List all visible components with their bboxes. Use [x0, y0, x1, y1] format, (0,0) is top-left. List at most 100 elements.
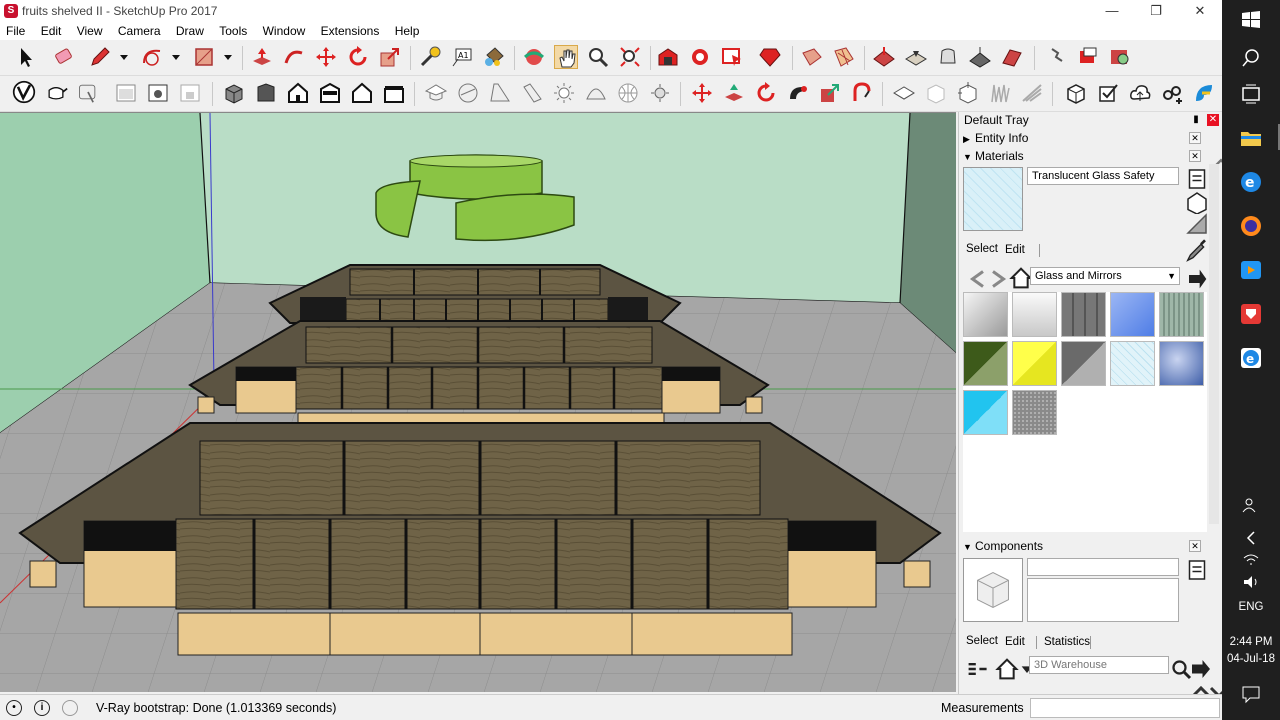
check-box-icon[interactable] [1096, 81, 1120, 105]
material-swatch[interactable] [1012, 390, 1057, 435]
vray-teapot-icon[interactable] [44, 80, 72, 108]
magnet-icon[interactable] [850, 81, 874, 105]
pin-icon[interactable]: ▮ [1190, 114, 1202, 126]
menu-draw[interactable]: Draw [170, 22, 210, 38]
panel-close-icon[interactable]: ✕ [1189, 540, 1201, 552]
front-view-icon[interactable] [286, 81, 310, 105]
firefox-icon[interactable] [1239, 214, 1263, 238]
component-details-icon[interactable] [1185, 558, 1206, 580]
paint-bucket-icon[interactable] [482, 45, 506, 69]
sphere-icon[interactable] [456, 81, 480, 105]
material-swatch[interactable] [1159, 292, 1204, 337]
panel-close-icon[interactable]: ✕ [1189, 132, 1201, 144]
move-axes-icon[interactable] [690, 81, 714, 105]
entity-info-panel-header[interactable]: ▶ Entity Info ✕ [959, 130, 1207, 147]
material-swatch[interactable] [1159, 341, 1204, 386]
box-icon[interactable] [1064, 81, 1088, 105]
move-icon[interactable] [314, 45, 338, 69]
material-swatch[interactable] [1061, 292, 1106, 337]
grass-icon[interactable] [988, 81, 1012, 105]
rotate-icon[interactable] [346, 45, 370, 69]
geo-location-icon[interactable]: • [6, 700, 22, 716]
scale-icon[interactable] [378, 45, 402, 69]
extension-warehouse-icon[interactable] [688, 45, 712, 69]
push-icon[interactable] [722, 81, 746, 105]
component-name-field[interactable] [1027, 558, 1179, 576]
flip-icon[interactable] [1000, 45, 1024, 69]
windows-start-icon[interactable] [1239, 8, 1263, 32]
restore-button[interactable]: ❐ [1134, 0, 1178, 22]
media-player-icon[interactable] [1239, 258, 1263, 282]
grid-sphere-icon[interactable] [616, 81, 640, 105]
arc-dropdown-icon[interactable] [164, 45, 180, 69]
cone-light-icon[interactable] [488, 81, 512, 105]
spot-light-icon[interactable] [520, 81, 544, 105]
components-tab-select[interactable]: Select [966, 635, 998, 647]
cube-gizmo-icon[interactable] [956, 81, 980, 105]
eraser-icon[interactable] [52, 45, 76, 69]
model-viewport[interactable] [0, 112, 956, 692]
clock-time[interactable]: 2:44 PM [1222, 636, 1280, 648]
warehouse-icon[interactable] [656, 45, 680, 69]
components-tab-edit[interactable]: Edit [1005, 636, 1025, 648]
search-icon[interactable] [1169, 657, 1192, 680]
link-icon[interactable] [1160, 81, 1184, 105]
menu-view[interactable]: View [71, 22, 109, 38]
zoom-icon[interactable] [586, 45, 610, 69]
scroll-down-icon[interactable] [1207, 680, 1229, 699]
sun-light-icon[interactable] [552, 81, 576, 105]
chevron-down-icon[interactable] [1015, 657, 1033, 675]
materials-panel-header[interactable]: ▼ Materials ✕ [959, 148, 1207, 165]
file-explorer-icon[interactable] [1239, 126, 1263, 150]
warehouse-search-input[interactable]: 3D Warehouse [1029, 656, 1169, 674]
credits-icon[interactable]: i [34, 700, 50, 716]
section-icon[interactable] [832, 45, 856, 69]
materials-tab-select[interactable]: Select [966, 243, 998, 255]
cube-outline-icon[interactable] [924, 81, 948, 105]
pan-icon[interactable] [554, 45, 578, 69]
fur-icon[interactable] [1020, 81, 1044, 105]
user-icon[interactable] [62, 700, 78, 716]
sample-paint-icon[interactable] [1185, 212, 1207, 234]
components-details-arrow-icon[interactable] [1189, 657, 1210, 678]
solid-tools-icon[interactable] [1044, 45, 1068, 69]
details-arrow-icon[interactable] [1185, 267, 1207, 289]
material-swatch[interactable] [1012, 341, 1057, 386]
current-material-swatch[interactable] [963, 167, 1023, 231]
menu-help[interactable]: Help [389, 22, 426, 38]
materials-tab-edit[interactable]: Edit [1005, 244, 1025, 256]
layout-icon[interactable] [720, 45, 744, 69]
right-view-icon[interactable] [318, 81, 342, 105]
top-view-icon[interactable] [254, 81, 278, 105]
wifi-icon[interactable] [1241, 550, 1261, 570]
material-swatch[interactable] [963, 292, 1008, 337]
components-home-icon[interactable] [995, 657, 1019, 680]
add-detail-icon[interactable] [968, 45, 992, 69]
volume-icon[interactable] [1241, 572, 1261, 592]
vray-render-icon[interactable] [12, 80, 40, 108]
iso-view-icon[interactable] [222, 81, 246, 105]
rotate-red-icon[interactable] [754, 81, 778, 105]
home-icon[interactable] [1009, 266, 1033, 289]
arc-icon[interactable] [140, 45, 164, 69]
material-swatch[interactable] [1012, 292, 1057, 337]
scroll-up-icon[interactable] [1189, 680, 1211, 698]
lock-icon[interactable] [178, 81, 202, 105]
search-icon[interactable] [1239, 46, 1263, 70]
drape-icon[interactable] [936, 45, 960, 69]
edge-icon[interactable]: e [1239, 170, 1263, 194]
text-icon[interactable]: A1 [450, 45, 474, 69]
back-view-icon[interactable] [350, 81, 374, 105]
omni-light-icon[interactable] [648, 81, 672, 105]
scroll-up-icon[interactable] [1209, 153, 1232, 171]
sketchup-icon[interactable]: S [4, 4, 18, 18]
pencil-dropdown-icon[interactable] [112, 45, 128, 69]
measurements-input[interactable] [1030, 698, 1220, 718]
push-pull-icon[interactable] [250, 45, 274, 69]
material-swatch[interactable] [963, 341, 1008, 386]
material-swatch[interactable] [1061, 341, 1106, 386]
menu-file[interactable]: File [0, 22, 31, 38]
chevron-left-icon[interactable] [1241, 528, 1261, 548]
intersect-icon[interactable] [1076, 45, 1100, 69]
menu-edit[interactable]: Edit [35, 22, 68, 38]
